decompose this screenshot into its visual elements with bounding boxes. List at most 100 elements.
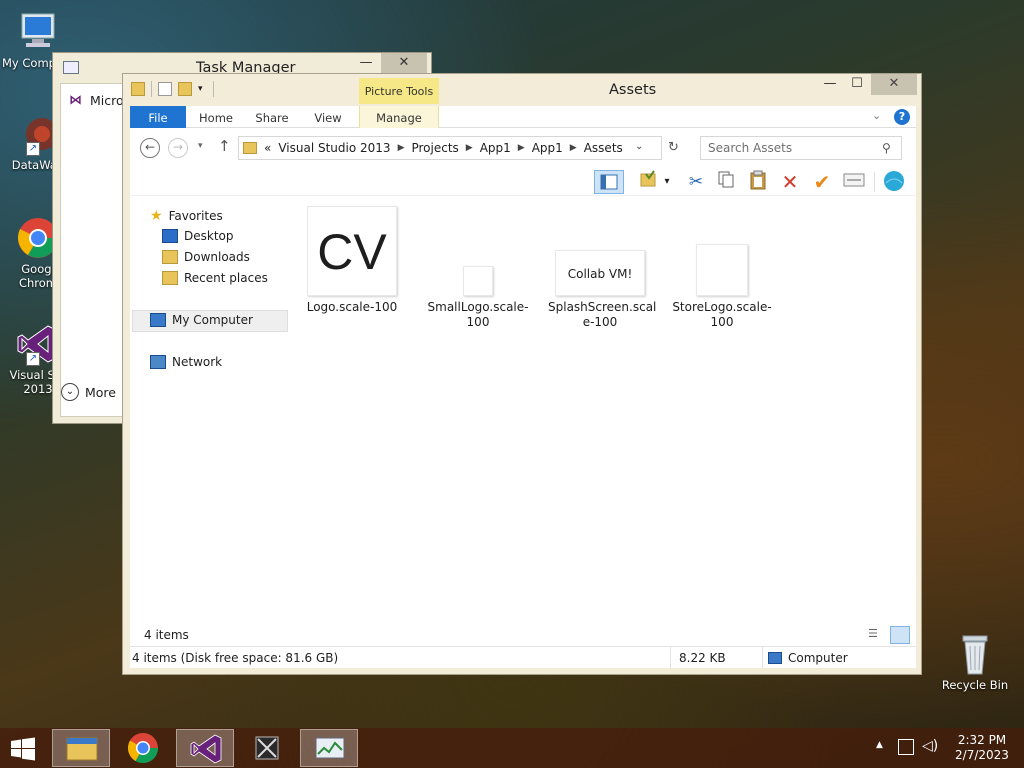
preview-pane-icon[interactable]	[594, 170, 624, 194]
task-manager-close-button[interactable]: ✕	[381, 53, 427, 73]
nav-downloads-label: Downloads	[184, 250, 250, 264]
back-button[interactable]: ←	[140, 138, 160, 158]
nav-desktop[interactable]: Desktop	[162, 229, 234, 243]
up-button[interactable]: ↑	[218, 137, 231, 155]
address-bar[interactable]: « Visual Studio 2013 ▶ Projects ▶ App1 ▶…	[238, 136, 662, 160]
nav-downloads[interactable]: Downloads	[162, 250, 250, 264]
recycle-bin-icon	[953, 632, 997, 676]
file-item-logo[interactable]: CV Logo.scale-100	[304, 206, 400, 315]
status-location: Computer	[788, 651, 848, 665]
volume-icon[interactable]: ◁)	[922, 738, 938, 754]
computer-icon	[150, 313, 166, 327]
address-overflow[interactable]: «	[264, 141, 271, 155]
file-explorer-icon	[66, 737, 98, 761]
nav-desktop-label: Desktop	[184, 229, 234, 243]
breadcrumb-visual-studio-2013[interactable]: Visual Studio 2013	[278, 141, 390, 155]
explorer-window[interactable]: ▾ Picture Tools Assets — ☐ ✕ File Home S…	[122, 73, 922, 675]
breadcrumb-separator-icon[interactable]: ▶	[466, 143, 473, 153]
visual-studio-icon: ⋈	[69, 93, 82, 108]
desktop-icon-label: Recycle Bin	[941, 678, 1009, 692]
help-icon[interactable]: ?	[894, 109, 910, 125]
breadcrumb-app1-inner[interactable]: App1	[532, 141, 563, 155]
nav-favorites[interactable]: ★ Favorites	[150, 208, 223, 224]
properties-icon[interactable]	[158, 82, 172, 96]
refresh-button[interactable]: ↻	[668, 140, 679, 155]
nav-computer-label: My Computer	[172, 313, 253, 327]
cut-icon[interactable]: ✂	[684, 170, 708, 194]
toolbar-separator	[874, 172, 875, 192]
datawagon-icon	[255, 736, 279, 760]
web-icon[interactable]	[882, 170, 906, 194]
tab-file[interactable]: File	[130, 106, 186, 128]
copy-icon[interactable]	[714, 170, 738, 194]
shortcut-arrow-icon: ↗	[26, 142, 40, 156]
taskbar-file-explorer[interactable]	[52, 729, 110, 767]
new-folder-icon[interactable]	[178, 82, 192, 96]
paste-icon[interactable]	[746, 170, 770, 194]
task-manager-minimize-button[interactable]: —	[353, 53, 379, 73]
file-thumbnail: CV	[307, 206, 397, 296]
recent-locations-icon[interactable]: ▾	[198, 141, 203, 151]
tab-share[interactable]: Share	[248, 106, 296, 128]
taskbar-visual-studio[interactable]	[176, 729, 234, 767]
ribbon-expand-icon[interactable]: ⌄	[872, 109, 881, 122]
chrome-icon	[127, 733, 158, 764]
file-name: StoreLogo.scale- 100	[672, 300, 772, 329]
search-input[interactable]: Search Assets	[700, 136, 902, 160]
details-view-icon[interactable]: ☰	[868, 627, 886, 643]
breadcrumb-separator-icon[interactable]: ▶	[398, 143, 405, 153]
desktop-icon-recycle-bin[interactable]: Recycle Bin	[937, 632, 1013, 692]
file-item-smalllogo[interactable]: SmallLogo.scale- 100	[426, 266, 530, 330]
address-dropdown-icon[interactable]: ⌄	[635, 141, 643, 152]
qat-dropdown-icon[interactable]: ▾	[198, 84, 203, 94]
taskbar-datawagon[interactable]	[238, 729, 296, 767]
select-icon[interactable]	[636, 170, 660, 194]
breadcrumb-app1[interactable]: App1	[480, 141, 511, 155]
explorer-titlebar[interactable]: ▾ Picture Tools Assets — ☐ ✕	[123, 74, 921, 106]
breadcrumb-projects[interactable]: Projects	[411, 141, 458, 155]
status-separator	[670, 647, 671, 669]
status-bar: 4 items (Disk free space: 81.6 GB) 8.22 …	[130, 646, 916, 669]
nav-network[interactable]: Network	[150, 355, 222, 369]
system-clock[interactable]: 2:32 PM 2/7/2023	[954, 733, 1010, 763]
breadcrumb-assets[interactable]: Assets	[584, 141, 623, 155]
file-item-splashscreen[interactable]: Collab VM! SplashScreen.scal e-100	[548, 250, 656, 330]
clock-date: 2/7/2023	[955, 748, 1009, 762]
breadcrumb-separator-icon[interactable]: ▶	[570, 143, 577, 153]
nav-my-computer[interactable]: My Computer	[150, 313, 253, 327]
process-row[interactable]: ⋈ Micros	[69, 93, 130, 108]
nav-recent-places[interactable]: Recent places	[162, 271, 268, 285]
chevron-down-icon: ⌄	[61, 383, 79, 401]
rename-icon[interactable]: ✔	[810, 170, 834, 194]
file-item-storelogo[interactable]: StoreLogo.scale- 100	[670, 244, 774, 330]
breadcrumb-separator-icon[interactable]: ▶	[518, 143, 525, 153]
command-toolbar: ▾ ✂ ✕ ✔	[130, 168, 916, 196]
windows-logo-icon	[11, 737, 35, 761]
recent-places-icon	[162, 271, 178, 285]
qat-separator	[151, 81, 152, 97]
properties-icon[interactable]	[842, 170, 866, 194]
network-icon[interactable]	[898, 739, 914, 755]
large-icons-view-icon[interactable]	[890, 626, 910, 644]
close-button[interactable]: ✕	[871, 74, 917, 95]
more-details-button[interactable]: ⌄ More	[61, 383, 116, 401]
status-summary: 4 items (Disk free space: 81.6 GB)	[132, 651, 339, 665]
file-thumbnail: Collab VM!	[555, 250, 645, 296]
taskbar-task-manager[interactable]	[300, 729, 358, 767]
minimize-button[interactable]: —	[817, 74, 843, 95]
nav-favorites-label: Favorites	[168, 209, 223, 223]
dropdown-icon[interactable]: ▾	[660, 170, 674, 194]
content-area: ★ Favorites Desktop Downloads Recent pla…	[130, 196, 916, 624]
desktop-icon	[162, 229, 178, 243]
show-hidden-icons-icon[interactable]: ▲	[876, 740, 883, 750]
forward-button[interactable]: →	[168, 138, 188, 158]
start-button[interactable]	[10, 737, 36, 761]
tab-view[interactable]: View	[306, 106, 350, 128]
delete-icon[interactable]: ✕	[778, 170, 802, 194]
tab-manage[interactable]: Manage	[359, 106, 439, 128]
folder-icon	[243, 142, 257, 154]
maximize-button[interactable]: ☐	[844, 74, 870, 95]
taskbar-chrome[interactable]	[114, 729, 172, 767]
tab-home[interactable]: Home	[192, 106, 240, 128]
visual-studio-icon	[190, 734, 222, 764]
